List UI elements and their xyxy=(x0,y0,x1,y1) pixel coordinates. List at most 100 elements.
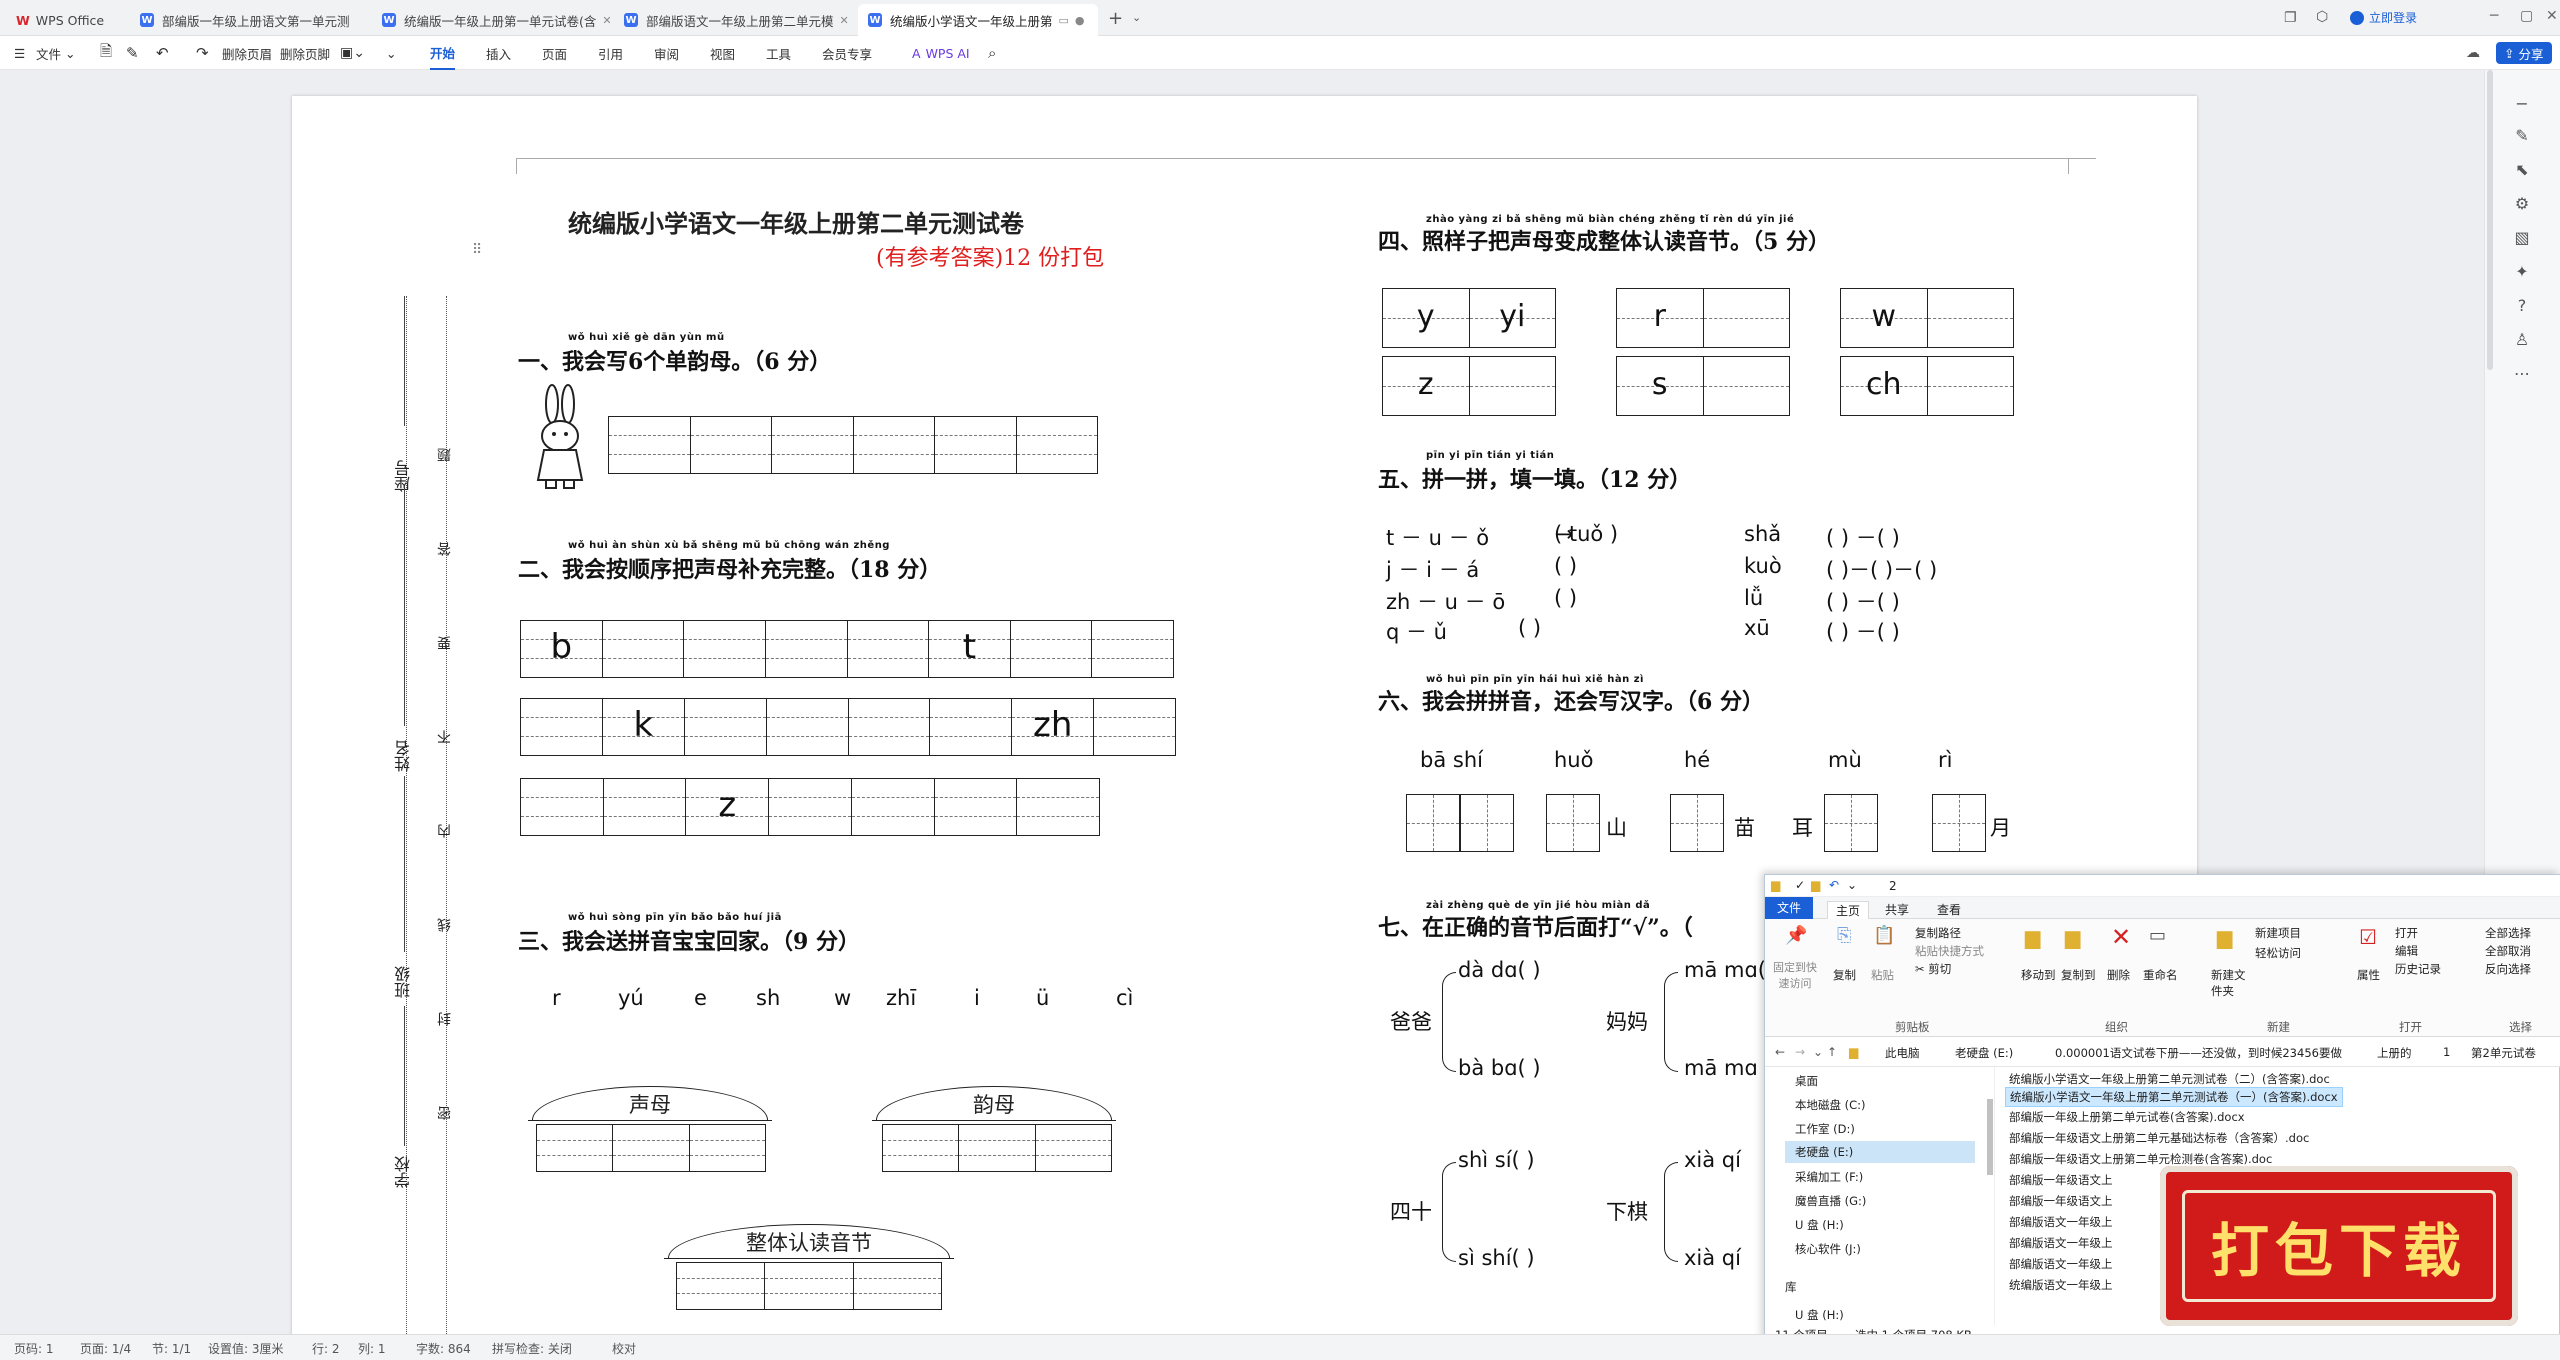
option-text[interactable]: xià qí xyxy=(1684,1148,1741,1172)
explorer-tab-file[interactable]: 文件 xyxy=(1765,897,1813,919)
delete-footer-button[interactable]: 删除页脚 xyxy=(280,36,330,70)
delete-button[interactable]: 删除 xyxy=(2107,967,2130,983)
tab-wps-office[interactable]: W WPS Office xyxy=(6,4,126,36)
house-consonant-grid[interactable] xyxy=(536,1124,766,1172)
select-all-button[interactable]: 全部选择 xyxy=(2485,925,2531,941)
scrollbar[interactable] xyxy=(2487,70,2493,370)
file-row-selected[interactable]: 统编版小学语文一年级上册第二单元测试卷（一）(含答案).docx xyxy=(2005,1087,2343,1107)
up-arrow-icon[interactable]: ↑ xyxy=(1827,1045,1837,1059)
edit-button[interactable]: 编辑 xyxy=(2395,943,2418,959)
monitor-icon[interactable]: ▭ xyxy=(1059,14,1069,27)
help-icon[interactable]: ? xyxy=(2507,290,2537,320)
syllable-box[interactable]: ch xyxy=(1840,356,2014,416)
breadcrumb-item[interactable]: 第2单元试卷 xyxy=(2471,1045,2536,1061)
spell-answer[interactable]: ( )－( )－( ) xyxy=(1826,554,1937,584)
syllable-box[interactable]: y yi xyxy=(1382,288,1556,348)
file-row[interactable]: 部编版一年级语文上 xyxy=(2009,1172,2113,1188)
nav-item-drive-e[interactable]: 老硬盘 (E:) xyxy=(1785,1141,1975,1163)
new-folder-icon[interactable]: ▆ xyxy=(2217,925,2232,949)
hanzi-box[interactable] xyxy=(1546,794,1600,852)
file-row[interactable]: 部编版语文一年级上 xyxy=(2009,1256,2113,1272)
copy-to-button[interactable]: 复制到 xyxy=(2061,967,2096,983)
tab-insert[interactable]: 插入 xyxy=(486,36,511,70)
hanzi-box[interactable] xyxy=(1824,794,1878,852)
hanzi-box[interactable] xyxy=(1932,794,1986,852)
nav-item-drive-c[interactable]: 本地磁盘 (C:) xyxy=(1795,1097,1866,1113)
search-icon[interactable]: ⌕ xyxy=(988,36,996,70)
nav-item-usb[interactable]: U 盘 (H:) xyxy=(1795,1307,1844,1323)
spell-answer[interactable]: ( ) xyxy=(1554,586,1577,610)
file-menu[interactable]: 文件 ⌄ xyxy=(36,36,75,70)
file-row[interactable]: 部编版一年级语文上册第二单元检测卷(含答案).doc xyxy=(2009,1151,2272,1167)
close-icon[interactable]: ✕ xyxy=(602,14,611,27)
copy-button[interactable]: 复制 xyxy=(1833,967,1856,983)
tab-doc-active[interactable]: W 统编版小学语文一年级上册第 ▭ ● xyxy=(858,4,1098,36)
hanzi-box[interactable] xyxy=(1670,794,1724,852)
tab-review[interactable]: 审阅 xyxy=(654,36,679,70)
consonant-row-1[interactable]: bt xyxy=(520,620,1174,678)
option-text[interactable]: dà dɑ( ) xyxy=(1458,958,1541,982)
paste-shortcut-button[interactable]: 粘贴快捷方式 xyxy=(1915,943,1984,959)
chevron-down-icon[interactable]: ⌄ xyxy=(1132,11,1141,24)
tab-doc-2[interactable]: W 统编版一年级上册第一单元试卷(含 ✕ xyxy=(372,4,612,36)
writing-grid[interactable] xyxy=(608,416,1098,474)
paste-button[interactable]: 粘贴 xyxy=(1871,967,1894,983)
house-vowel-grid[interactable] xyxy=(882,1124,1112,1172)
window-layout-icon[interactable]: ❐ xyxy=(2284,10,2297,26)
easy-access-button[interactable]: 轻松访问 xyxy=(2255,945,2301,961)
forward-arrow-icon[interactable]: → xyxy=(1795,1045,1805,1059)
cube-icon[interactable]: ⬡ xyxy=(2316,9,2328,25)
spell-check-toggle[interactable]: 拼写检查: 关闭 xyxy=(492,1340,572,1357)
option-text[interactable]: mā mɑ( xyxy=(1684,958,1766,982)
chevron-down-icon[interactable]: ⌄ xyxy=(1813,1045,1823,1059)
spell-answer[interactable]: ( ) －( ) xyxy=(1826,616,1900,646)
copy-icon[interactable]: ⎘ xyxy=(1837,925,1851,946)
tab-reference[interactable]: 引用 xyxy=(598,36,623,70)
word-count[interactable]: 字数: 864 xyxy=(416,1340,471,1357)
tab-doc-1[interactable]: W 部编版一年级上册语文第一单元测 xyxy=(130,4,370,36)
nav-item-drive-g[interactable]: 魔兽直播 (G:) xyxy=(1795,1193,1866,1209)
option-text[interactable]: xià qí xyxy=(1684,1246,1741,1270)
tab-view[interactable]: 视图 xyxy=(710,36,735,70)
delete-icon[interactable]: ✕ xyxy=(2111,923,2131,951)
save-icon[interactable]: 🗎 xyxy=(100,36,112,70)
new-folder-button[interactable]: 新建文件夹 xyxy=(2211,967,2251,999)
maximize-icon[interactable]: ▢ xyxy=(2520,8,2533,24)
invert-selection-button[interactable]: 反向选择 xyxy=(2485,961,2531,977)
new-tab-plus-icon[interactable]: + xyxy=(1108,8,1123,29)
dot-icon[interactable]: ● xyxy=(1075,14,1085,27)
more-icon[interactable]: ⋯ xyxy=(2507,358,2537,388)
open-button[interactable]: 打开 xyxy=(2395,925,2418,941)
spell-answer[interactable]: ( ) －( ) xyxy=(1826,522,1900,552)
nav-item-drive-f[interactable]: 采编加工 (F:) xyxy=(1795,1169,1863,1185)
pin-icon[interactable]: 📌 xyxy=(1785,925,1807,946)
spell-answer[interactable]: ( ) xyxy=(1554,554,1577,578)
file-row[interactable]: 部编版一年级语文上册第二单元基础达标卷（含答案）.doc xyxy=(2009,1130,2309,1146)
select-none-button[interactable]: 全部取消 xyxy=(2485,943,2531,959)
shirt-icon[interactable]: ♙ xyxy=(2507,324,2537,354)
copy-to-icon[interactable]: ▆ xyxy=(2065,925,2080,949)
option-text[interactable]: mā mɑ xyxy=(1684,1056,1758,1080)
spell-answer[interactable]: ( tuǒ ) xyxy=(1554,522,1618,546)
cloud-upload-icon[interactable]: ☁ xyxy=(2466,36,2480,70)
tab-tools[interactable]: 工具 xyxy=(766,36,791,70)
chevron-down-icon[interactable]: ⌄ xyxy=(1847,878,1857,892)
tab-page[interactable]: 页面 xyxy=(542,36,567,70)
nav-item-drive-d[interactable]: 工作室 (D:) xyxy=(1795,1121,1855,1137)
minus-icon[interactable]: − xyxy=(2507,88,2537,118)
copy-path-button[interactable]: 复制路径 xyxy=(1915,925,1961,941)
tab-start[interactable]: 开始 xyxy=(430,36,456,70)
file-row[interactable]: 部编版语文一年级上 xyxy=(2009,1235,2113,1251)
breadcrumb-item[interactable]: 老硬盘 (E:) xyxy=(1955,1045,2013,1061)
redo-icon[interactable]: ↷ xyxy=(196,36,209,70)
delete-header-button[interactable]: 删除页眉 xyxy=(222,36,272,70)
chevron-down-icon[interactable]: ⌄ xyxy=(386,36,396,70)
undo-icon[interactable]: ↶ xyxy=(1829,878,1839,892)
properties-icon[interactable]: ☑ xyxy=(2359,925,2377,949)
nav-scrollbar[interactable] xyxy=(1987,1099,1993,1175)
nav-item-desktop[interactable]: 桌面 xyxy=(1795,1073,1818,1089)
nav-item-library[interactable]: 库 xyxy=(1785,1279,1797,1295)
tab-doc-3[interactable]: W 部编版语文一年级上册第二单元模 ✕ xyxy=(614,4,854,36)
spell-answer[interactable]: ( ) －( ) xyxy=(1826,586,1900,616)
pin-quick-access-button[interactable]: 固定到快速访问 xyxy=(1773,959,1817,991)
